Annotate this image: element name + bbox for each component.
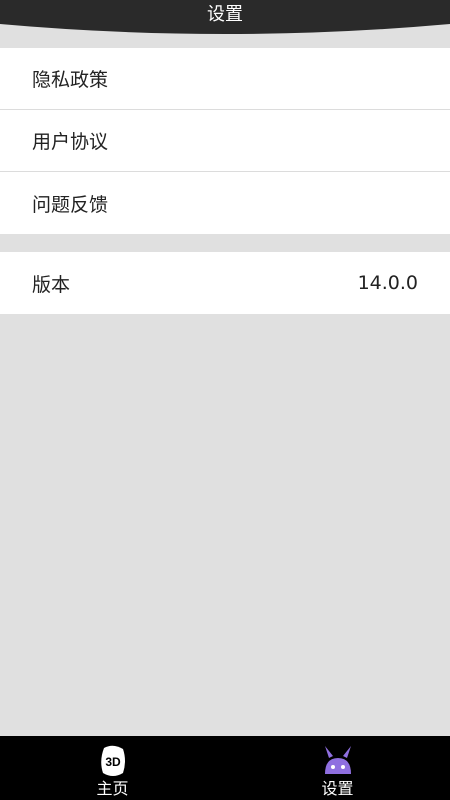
bunny-icon xyxy=(324,746,351,774)
version-value: 14.0.0 xyxy=(357,272,418,294)
nav-settings-label: 设置 xyxy=(321,779,354,798)
nav-home-label: 主页 xyxy=(96,779,129,798)
nav-settings[interactable]: 设置 xyxy=(225,736,450,800)
bottom-navigation: 3D 主页 设置 xyxy=(0,736,450,800)
3d-icon: 3D xyxy=(100,745,125,776)
settings-screen: 设置 隐私政策 用户协议 问题反馈 版本 14.0.0 3D 主页 设置 xyxy=(0,0,450,800)
svg-text:3D: 3D xyxy=(105,755,121,769)
feedback-label: 问题反馈 xyxy=(32,193,109,216)
nav-home[interactable]: 3D 主页 xyxy=(0,736,225,800)
version-label: 版本 xyxy=(32,273,71,296)
settings-group-version: 版本 14.0.0 xyxy=(0,252,450,314)
version-item: 版本 14.0.0 xyxy=(0,252,450,314)
settings-group-main: 隐私政策 用户协议 问题反馈 xyxy=(0,48,450,234)
user-agreement-item[interactable]: 用户协议 xyxy=(0,110,450,172)
page-title: 设置 xyxy=(207,4,243,25)
app-header: 设置 xyxy=(0,0,450,36)
user-agreement-label: 用户协议 xyxy=(32,131,109,153)
feedback-item[interactable]: 问题反馈 xyxy=(0,172,450,234)
privacy-policy-label: 隐私政策 xyxy=(32,69,109,91)
privacy-policy-item[interactable]: 隐私政策 xyxy=(0,48,450,110)
